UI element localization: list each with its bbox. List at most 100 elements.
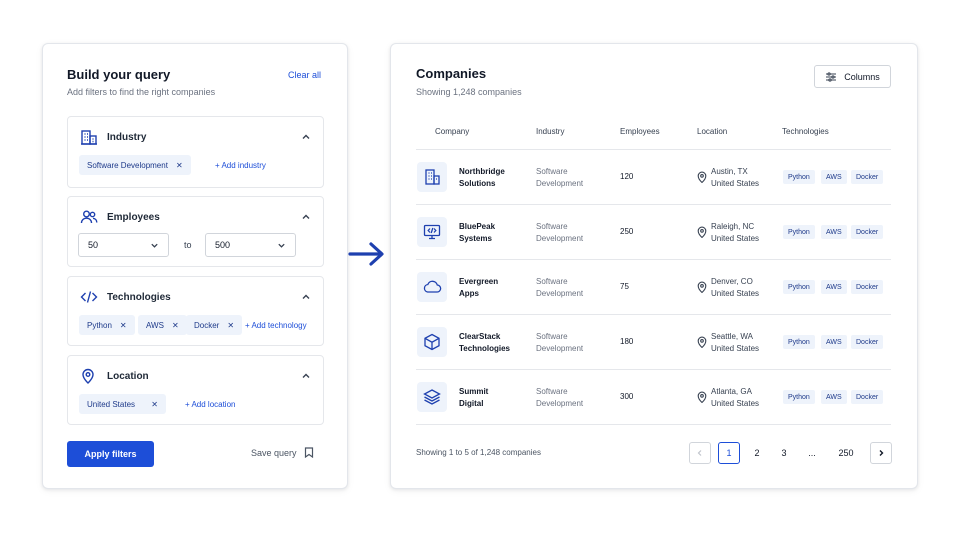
- chevron-up-icon[interactable]: [301, 371, 311, 381]
- cloud-icon: [417, 272, 447, 302]
- industry-filter-section: Industry Software Development ✕ + Add in…: [67, 116, 324, 188]
- employees-max-value: 500: [215, 240, 231, 250]
- tech-tag: Python: [783, 390, 815, 404]
- column-header-industry[interactable]: Industry: [536, 127, 564, 136]
- pagination-page-1[interactable]: 1: [718, 442, 740, 464]
- column-header-location[interactable]: Location: [697, 127, 727, 136]
- company-employees: 300: [620, 392, 634, 401]
- employees-min-select[interactable]: 50: [78, 233, 169, 257]
- query-builder-subtitle: Add filters to find the right companies: [67, 87, 216, 97]
- technologies-filter-section: Technologies Python ✕ AWS ✕ Docker ✕ + A…: [67, 276, 324, 346]
- remove-chip-icon[interactable]: ✕: [151, 400, 158, 409]
- range-to-label: to: [184, 240, 192, 250]
- columns-button[interactable]: Columns: [814, 65, 891, 88]
- pagination-summary: Showing 1 to 5 of 1,248 companies: [416, 448, 541, 457]
- company-name[interactable]: Northbridge Solutions: [459, 166, 529, 190]
- company-location: Raleigh, NC United States: [697, 221, 759, 245]
- clear-all-button[interactable]: Clear all: [288, 70, 321, 80]
- chip-label: AWS: [146, 320, 164, 330]
- filter-chip-united-states: United States ✕: [79, 394, 166, 414]
- remove-chip-icon[interactable]: ✕: [227, 321, 234, 330]
- table-row[interactable]: Summit Digital Software Development 300 At…: [416, 370, 891, 425]
- tech-tag: Docker: [851, 170, 884, 184]
- industry-label: Industry: [107, 131, 147, 143]
- tech-tag: Docker: [851, 390, 884, 404]
- companies-count: Showing 1,248 companies: [416, 87, 522, 97]
- chevron-up-icon[interactable]: [301, 132, 311, 142]
- company-industry: Software Development: [536, 277, 584, 298]
- tech-tag: AWS: [821, 225, 847, 239]
- add-location-link[interactable]: + Add location: [185, 400, 235, 409]
- cube-icon: [417, 327, 447, 357]
- building-icon: [80, 129, 98, 145]
- column-header-employees[interactable]: Employees: [620, 127, 660, 136]
- query-builder-title: Build your query: [67, 67, 171, 82]
- tech-tag: Docker: [851, 335, 884, 349]
- pagination-next-button[interactable]: [870, 442, 892, 464]
- pagination-ellipsis: ...: [808, 448, 816, 458]
- chip-label: Docker: [194, 320, 220, 330]
- layers-icon: [417, 382, 447, 412]
- company-industry: Software Development: [536, 222, 584, 243]
- table-row[interactable]: ClearStack Technologies Software Developme…: [416, 315, 891, 370]
- company-location: Seattle, WA United States: [697, 331, 759, 355]
- tech-tag: AWS: [821, 280, 847, 294]
- chip-label: Python: [87, 320, 112, 330]
- location-section-header[interactable]: Location: [80, 368, 311, 384]
- chevron-down-icon: [277, 241, 286, 250]
- company-location: Denver, CO United States: [697, 276, 759, 300]
- apply-filters-button[interactable]: Apply filters: [67, 441, 154, 467]
- company-industry: Software Development: [536, 167, 584, 188]
- tech-tag: Docker: [851, 225, 884, 239]
- filter-chip-docker: Docker ✕: [186, 315, 243, 335]
- industry-section-header[interactable]: Industry: [80, 129, 311, 145]
- filter-chip-aws: AWS ✕: [138, 315, 187, 335]
- chevron-left-icon: [697, 450, 702, 456]
- technologies-section-header[interactable]: Technologies: [80, 289, 311, 305]
- company-employees: 75: [620, 282, 629, 291]
- map-pin-icon: [697, 281, 707, 293]
- chevron-up-icon[interactable]: [301, 292, 311, 302]
- location-filter-section: Location United States ✕ + Add location: [67, 355, 324, 425]
- chevron-up-icon[interactable]: [301, 212, 311, 222]
- column-header-technologies[interactable]: Technologies: [782, 127, 829, 136]
- remove-chip-icon[interactable]: ✕: [120, 321, 127, 330]
- tech-tag: Python: [783, 225, 815, 239]
- chevron-right-icon: [879, 450, 884, 456]
- add-technology-link[interactable]: + Add technology: [245, 321, 307, 330]
- sliders-icon: [825, 71, 837, 82]
- filter-chip-software-development: Software Development ✕: [79, 155, 191, 175]
- technologies-label: Technologies: [107, 291, 171, 303]
- table-row[interactable]: Evergreen Apps Software Development 75 Den…: [416, 260, 891, 315]
- remove-chip-icon[interactable]: ✕: [176, 161, 183, 170]
- pagination-page-3[interactable]: 3: [773, 442, 795, 464]
- employees-section-header[interactable]: Employees: [80, 209, 311, 225]
- company-employees: 250: [620, 227, 634, 236]
- bookmark-icon: [304, 447, 314, 458]
- company-name[interactable]: BluePeak Systems: [459, 221, 529, 245]
- tech-tag: Python: [783, 335, 815, 349]
- pagination-page-2[interactable]: 2: [746, 442, 768, 464]
- users-icon: [80, 209, 98, 225]
- company-name[interactable]: ClearStack Technologies: [459, 331, 529, 355]
- map-pin-icon: [697, 226, 707, 238]
- code-icon: [80, 289, 98, 305]
- column-header-company[interactable]: Company: [435, 127, 469, 136]
- company-name[interactable]: Evergreen Apps: [459, 276, 529, 300]
- employees-label: Employees: [107, 211, 160, 223]
- save-query-button[interactable]: Save query: [251, 447, 314, 458]
- remove-chip-icon[interactable]: ✕: [172, 321, 179, 330]
- pagination-prev-button[interactable]: [689, 442, 711, 464]
- chevron-down-icon: [150, 241, 159, 250]
- filter-chip-python: Python ✕: [79, 315, 135, 335]
- tech-tag: AWS: [821, 390, 847, 404]
- employees-max-select[interactable]: 500: [205, 233, 296, 257]
- company-employees: 120: [620, 172, 634, 181]
- table-row[interactable]: BluePeak Systems Software Development 250 …: [416, 205, 891, 260]
- map-pin-icon: [697, 336, 707, 348]
- add-industry-link[interactable]: + Add industry: [215, 161, 266, 170]
- pagination-page-last[interactable]: 250: [833, 442, 859, 464]
- table-row[interactable]: Northbridge Solutions Software Development…: [416, 150, 891, 205]
- company-location: Atlanta, GA United States: [697, 386, 759, 410]
- company-name[interactable]: Summit Digital: [459, 386, 529, 410]
